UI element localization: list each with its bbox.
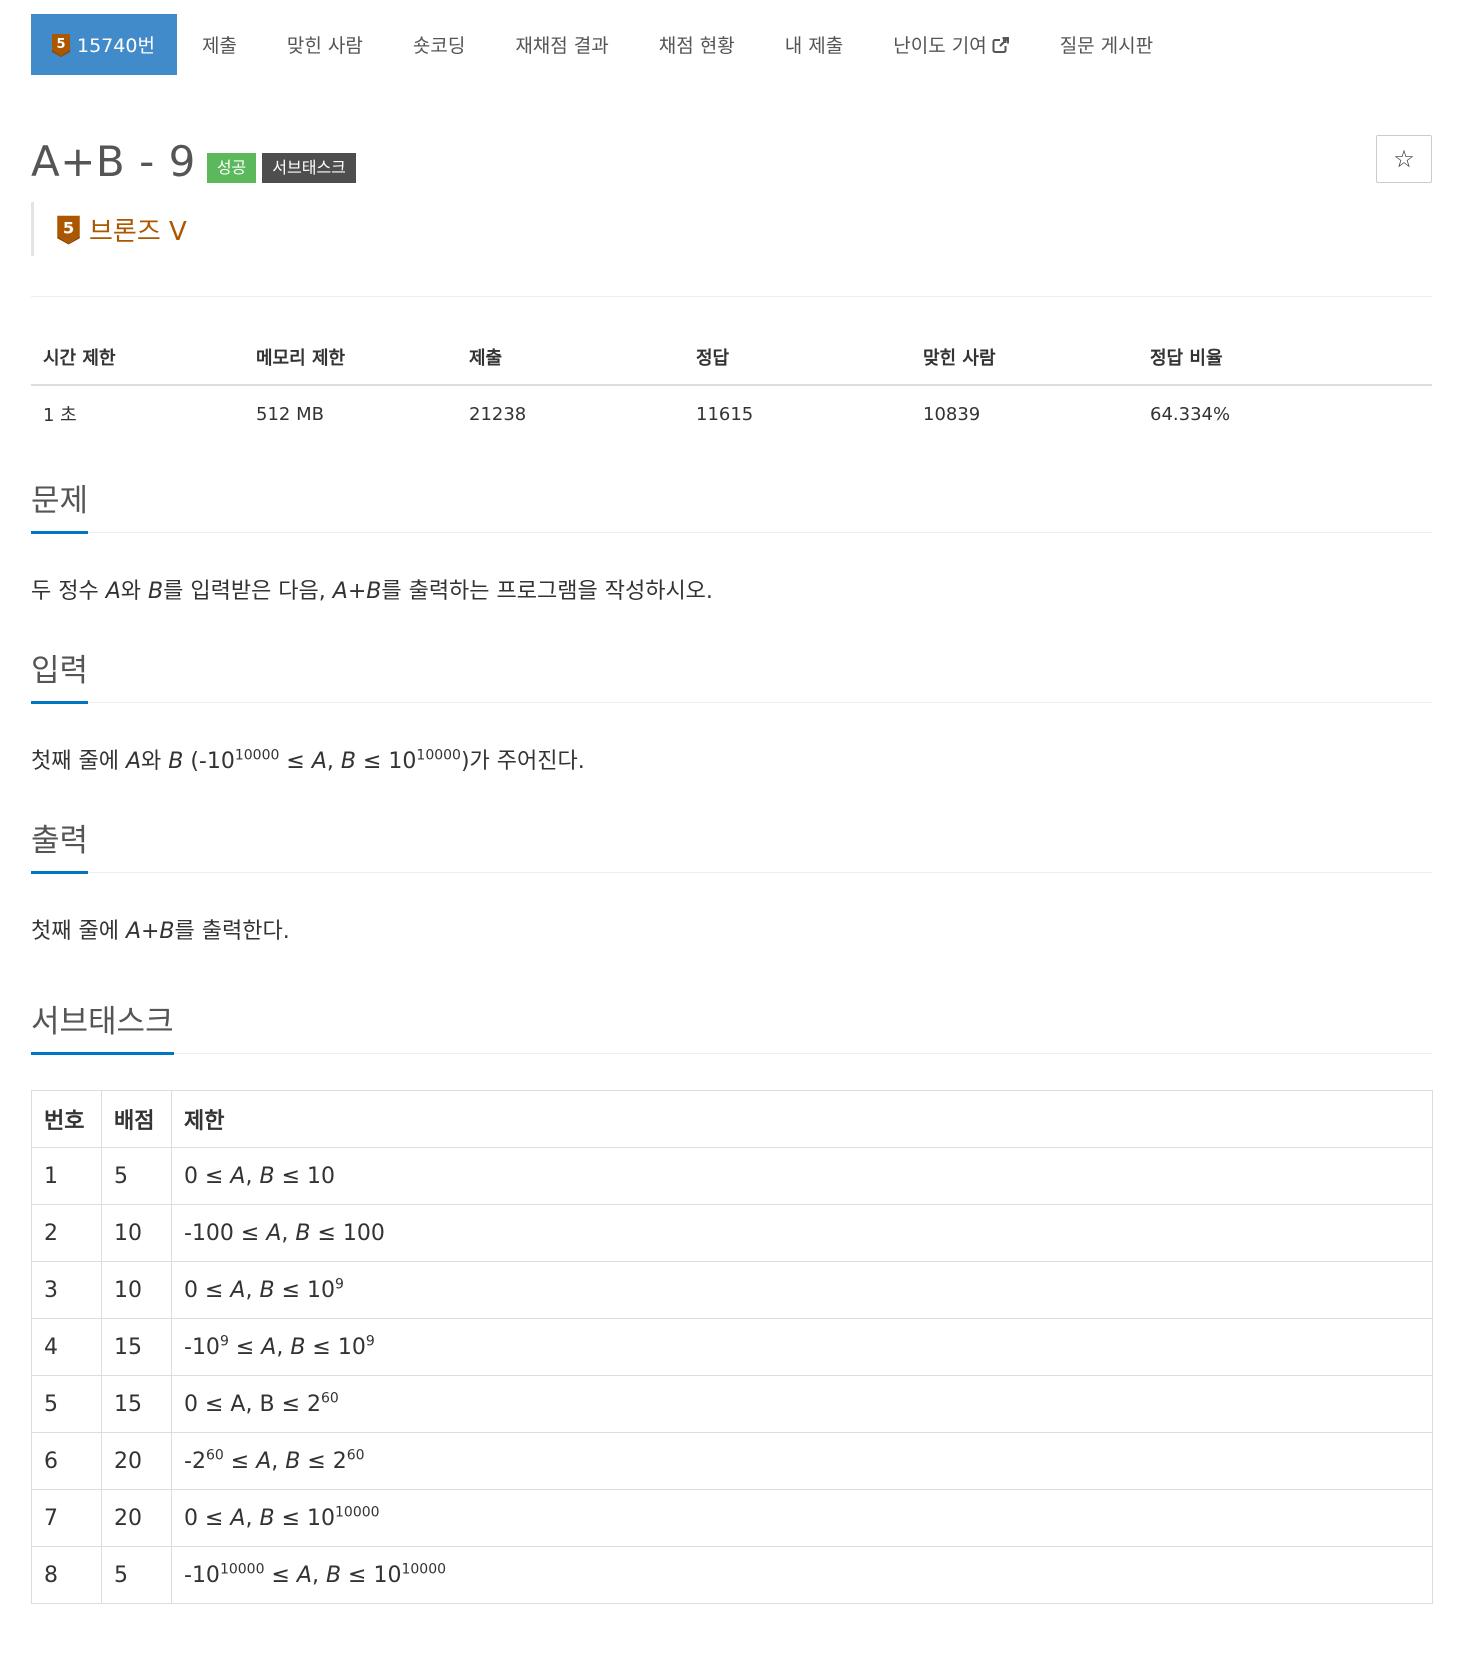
tab-status[interactable]: 채점 현황 bbox=[634, 14, 760, 75]
subtask-number: 4 bbox=[31, 1318, 102, 1376]
subtask-constraint: -100 ≤ A, B ≤ 100 bbox=[171, 1204, 1433, 1262]
subtask-number: 2 bbox=[31, 1204, 102, 1262]
header-constraint: 제한 bbox=[171, 1090, 1433, 1148]
input-text: 첫째 줄에 A와 B (-1010000 ≤ A, B ≤ 1010000)가 … bbox=[31, 747, 585, 774]
table-header-row: 시간 제한 메모리 제한 제출 정답 맞힌 사람 정답 비율 bbox=[31, 330, 1432, 386]
subtask-constraint: 0 ≤ A, B ≤ 10 bbox=[171, 1147, 1433, 1205]
subtask-constraint: 0 ≤ A, B ≤ 109 bbox=[171, 1261, 1433, 1319]
header-memory-limit: 메모리 제한 bbox=[244, 330, 457, 386]
problem-page: 5 15740번 제출 맞힌 사람 숏코딩 재채점 결과 채점 현황 내 제출 … bbox=[0, 0, 1482, 1659]
subtask-table: 번호 배점 제한 150 ≤ A, B ≤ 10 2 10 -100 ≤ A, B ≤… bbox=[31, 1090, 1433, 1604]
tab-accepted-users[interactable]: 맞힌 사람 bbox=[262, 14, 388, 75]
subtask-number: 7 bbox=[31, 1489, 102, 1547]
subtask-score: 15 bbox=[101, 1318, 172, 1376]
subtask-label: 서브태스크 bbox=[262, 152, 356, 184]
subtask-score: 10 bbox=[101, 1204, 172, 1262]
problem-description-text: 두 정수 A와 B를 입력받은 다음, A+B를 출력하는 프로그램을 작성하시… bbox=[31, 579, 713, 604]
subtask-header: 서브태스크 bbox=[31, 993, 1432, 1055]
header-time-limit: 시간 제한 bbox=[31, 330, 244, 386]
subtask-score: 5 bbox=[101, 1147, 172, 1205]
subtask-constraint: -109 ≤ A, B ≤ 109 bbox=[171, 1318, 1433, 1376]
section-title-output: 출력 bbox=[31, 826, 89, 874]
favorite-star-button[interactable]: ☆ bbox=[1376, 135, 1432, 183]
time-limit-value: 1 초 bbox=[43, 405, 77, 426]
problem-tier: 5 브론즈 V bbox=[31, 202, 187, 256]
header-submissions: 제출 bbox=[457, 330, 684, 386]
subtask-number: 1 bbox=[31, 1147, 102, 1205]
table-row: 4 15 -109 ≤ A, B ≤ 109 bbox=[31, 1318, 1433, 1376]
subtask-number: 5 bbox=[31, 1375, 102, 1433]
problem-title-row: A+B - 9 성공 서브태스크 bbox=[31, 134, 356, 190]
table-row: 5 15 0 ≤ A, B ≤ 260 bbox=[31, 1375, 1433, 1433]
memory-limit-value: 512 MB bbox=[256, 403, 324, 425]
header-number: 번호 bbox=[31, 1090, 102, 1148]
subtask-score: 20 bbox=[101, 1489, 172, 1547]
tier-badge-number: 5 bbox=[56, 37, 65, 52]
table-row: 6 20 -260 ≤ A, B ≤ 260 bbox=[31, 1432, 1433, 1490]
subtask-constraint: -1010000 ≤ A, B ≤ 1010000 bbox=[171, 1546, 1433, 1604]
tab-difficulty-contribution[interactable]: 난이도 기여 bbox=[868, 14, 1034, 75]
tab-short-coding[interactable]: 숏코딩 bbox=[388, 14, 490, 75]
subtask-score: 5 bbox=[101, 1546, 172, 1604]
input-header: 입력 bbox=[31, 642, 1432, 704]
table-row: 1 초 512 MB 21238 11615 10839 64.334% bbox=[31, 385, 1432, 442]
accepted-value: 11615 bbox=[696, 403, 754, 425]
problem-title: A+B - 9 bbox=[31, 137, 196, 186]
section-title-subtask: 서브태스크 bbox=[31, 1007, 174, 1055]
subtask-constraint: 0 ≤ A, B ≤ 1010000 bbox=[171, 1489, 1433, 1547]
subtask-score: 20 bbox=[101, 1432, 172, 1490]
subtask-constraint: 0 ≤ A, B ≤ 260 bbox=[171, 1375, 1433, 1433]
bronze-tier-icon: 5 bbox=[56, 213, 81, 246]
header-accept-ratio: 정답 비율 bbox=[1138, 330, 1432, 386]
divider bbox=[31, 296, 1432, 297]
table-header-row: 번호 배점 제한 bbox=[31, 1090, 1433, 1148]
table-row: 7 20 0 ≤ A, B ≤ 1010000 bbox=[31, 1489, 1433, 1547]
header-solved-users: 맞힌 사람 bbox=[911, 330, 1138, 386]
accept-ratio-value: 64.334% bbox=[1150, 403, 1231, 425]
tab-my-submissions[interactable]: 내 제출 bbox=[760, 14, 868, 75]
tab-problem-number-label: 15740번 bbox=[77, 35, 155, 57]
tab-rejudge-results[interactable]: 재채점 결과 bbox=[490, 14, 633, 75]
subtask-constraint: -260 ≤ A, B ≤ 260 bbox=[171, 1432, 1433, 1490]
problem-description-header: 문제 bbox=[31, 472, 1432, 534]
submissions-value: 21238 bbox=[469, 403, 527, 425]
section-title-input: 입력 bbox=[31, 656, 89, 704]
tab-difficulty-contribution-label: 난이도 기여 bbox=[893, 35, 987, 57]
header-accepted: 정답 bbox=[684, 330, 911, 386]
bronze-tier-icon: 5 bbox=[51, 33, 71, 57]
table-row: 150 ≤ A, B ≤ 10 bbox=[31, 1147, 1433, 1205]
header-score: 배점 bbox=[101, 1090, 172, 1148]
subtask-number: 6 bbox=[31, 1432, 102, 1490]
external-link-icon bbox=[992, 36, 1010, 54]
tab-question-board[interactable]: 질문 게시판 bbox=[1035, 14, 1178, 75]
problem-info-table: 시간 제한 메모리 제한 제출 정답 맞힌 사람 정답 비율 1 초 512 M… bbox=[31, 330, 1432, 442]
table-row: 2 10 -100 ≤ A, B ≤ 100 bbox=[31, 1204, 1433, 1262]
subtask-number: 3 bbox=[31, 1261, 102, 1319]
tab-problem-number[interactable]: 5 15740번 bbox=[31, 14, 177, 75]
table-row: 3 10 0 ≤ A, B ≤ 109 bbox=[31, 1261, 1433, 1319]
section-title-problem: 문제 bbox=[31, 486, 89, 534]
output-header: 출력 bbox=[31, 812, 1432, 874]
problem-menu: 5 15740번 제출 맞힌 사람 숏코딩 재채점 결과 채점 현황 내 제출 … bbox=[31, 14, 1178, 75]
subtask-number: 8 bbox=[31, 1546, 102, 1604]
tier-badge-number: 5 bbox=[63, 218, 74, 237]
tier-name: 브론즈 V bbox=[89, 216, 187, 247]
output-text: 첫째 줄에 A+B를 출력한다. bbox=[31, 919, 290, 944]
tab-submit[interactable]: 제출 bbox=[177, 14, 262, 75]
star-icon: ☆ bbox=[1393, 145, 1415, 173]
solved-users-value: 10839 bbox=[923, 403, 981, 425]
subtask-score: 15 bbox=[101, 1375, 172, 1433]
subtask-score: 10 bbox=[101, 1261, 172, 1319]
table-row: 8 5 -1010000 ≤ A, B ≤ 1010000 bbox=[31, 1546, 1433, 1604]
success-label: 성공 bbox=[206, 152, 257, 184]
